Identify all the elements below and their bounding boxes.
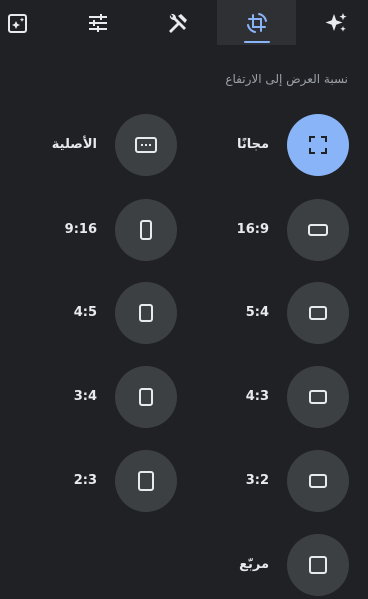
- ai-effects-tab[interactable]: [316, 0, 356, 45]
- editor-toolbar: [0, 0, 368, 45]
- portrait-rect-icon: [137, 302, 155, 324]
- portrait-rect-icon: [137, 386, 155, 408]
- crop-rotate-tab[interactable]: [217, 0, 296, 45]
- aspect-9-16-button[interactable]: [115, 199, 177, 261]
- aspect-4-3-label: 4:3: [245, 389, 269, 404]
- crop-rotate-icon: [245, 11, 269, 35]
- aspect-2-3-label: 2:3: [73, 473, 97, 488]
- aspect-5-4-label: 5:4: [245, 305, 269, 320]
- aspect-original-label: الأصلية: [51, 137, 97, 152]
- landscape-rect-icon: [307, 304, 329, 322]
- aspect-4-3-button[interactable]: [287, 366, 349, 428]
- aspect-4-5-label: 4:5: [73, 305, 97, 320]
- auto-enhance-icon: [7, 12, 29, 34]
- aspect-16-9-label: 16:9: [236, 222, 269, 237]
- aspect-original-button[interactable]: [115, 114, 177, 176]
- adjust-tab[interactable]: [78, 0, 118, 45]
- original-image-icon: [135, 136, 157, 154]
- aspect-16-9-button[interactable]: [287, 199, 349, 261]
- aspect-free-button[interactable]: [287, 114, 349, 176]
- landscape-rect-icon: [307, 221, 329, 239]
- landscape-rect-icon: [307, 472, 329, 490]
- sparkle-icon: [324, 11, 348, 35]
- landscape-rect-icon: [307, 388, 329, 406]
- square-icon: [308, 555, 328, 575]
- portrait-rect-icon: [137, 470, 155, 492]
- aspect-2-3-button[interactable]: [115, 450, 177, 512]
- aspect-3-2-label: 3:2: [245, 473, 269, 488]
- adjust-sliders-icon: [87, 12, 109, 34]
- aspect-3-2-button[interactable]: [287, 450, 349, 512]
- tools-tab[interactable]: [157, 0, 197, 45]
- portrait-rect-icon: [137, 219, 155, 241]
- auto-enhance-tab[interactable]: [0, 0, 36, 45]
- aspect-square-label: مربّع: [239, 557, 269, 572]
- aspect-ratio-title: نسبة العرض إلى الارتفاع: [225, 72, 348, 86]
- tools-icon: [166, 12, 188, 34]
- aspect-3-4-button[interactable]: [115, 366, 177, 428]
- aspect-3-4-label: 3:4: [73, 389, 97, 404]
- aspect-4-5-button[interactable]: [115, 282, 177, 344]
- aspect-square-button[interactable]: [287, 534, 349, 596]
- aspect-9-16-label: 9:16: [64, 222, 97, 237]
- aspect-free-label: مجانًا: [236, 137, 269, 152]
- free-crop-icon: [308, 135, 328, 155]
- aspect-5-4-button[interactable]: [287, 282, 349, 344]
